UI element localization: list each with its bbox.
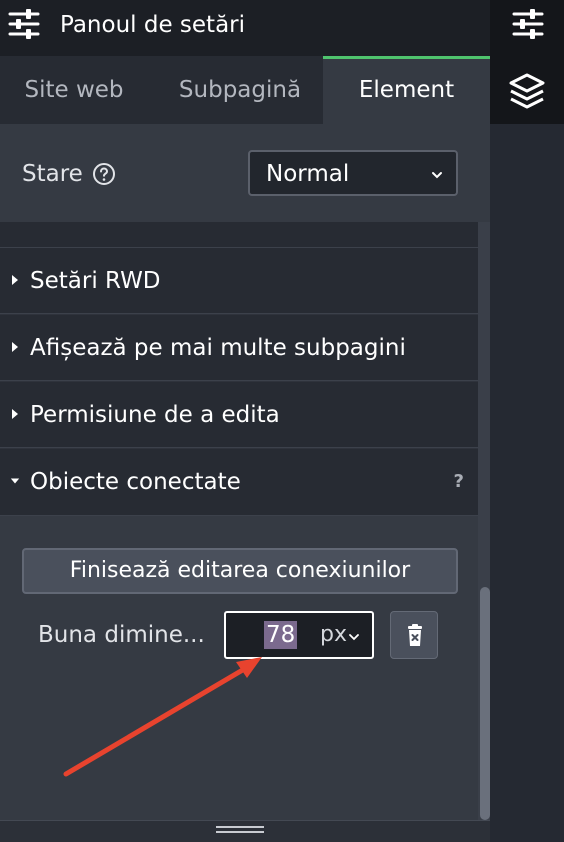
right-toolbar-top (490, 0, 564, 124)
accordion-item-connected-objects[interactable]: Obiecte conectate ? (0, 449, 478, 516)
unit-select[interactable]: px (320, 621, 347, 649)
help-question-icon[interactable]: ? (454, 471, 464, 492)
caret-right-icon (12, 275, 18, 285)
connected-objects-body: Finisează editarea conexiunilor Buna dim… (0, 516, 478, 820)
tab-subpage[interactable]: Subpagină (160, 56, 320, 124)
accordion-label: Permisiune de a edita (30, 402, 280, 428)
size-value[interactable]: 78 (264, 621, 298, 649)
accordion-label: Setări RWD (30, 268, 161, 294)
right-toolbar (490, 0, 564, 842)
accordion-item-multi-subpages[interactable]: Afișează pe mai multe subpagini (0, 315, 478, 381)
state-select-value: Normal (266, 161, 350, 187)
sliders-icon[interactable] (8, 8, 40, 40)
tab-element[interactable]: Element (323, 56, 490, 124)
accordion-item-rwd[interactable]: Setări RWD (0, 248, 478, 314)
chevron-down-icon[interactable] (348, 631, 360, 643)
state-row: Stare Normal (0, 124, 490, 222)
caret-down-icon (10, 478, 20, 484)
resize-handle-icon[interactable] (216, 825, 264, 833)
scrollbar-thumb[interactable] (480, 587, 490, 820)
panel-scrollbar[interactable] (478, 222, 490, 820)
accordion-label: Afișează pe mai multe subpagini (30, 335, 406, 361)
caret-right-icon (12, 342, 18, 352)
panel-bottom-bar (0, 820, 490, 842)
tab-bar: Site web Subpagină Element (0, 56, 490, 124)
state-label: Stare (22, 161, 83, 187)
sliders-icon[interactable] (512, 8, 544, 40)
state-select[interactable]: Normal (248, 150, 458, 196)
panel-title: Panoul de setări (60, 12, 246, 38)
connected-item-label: Buna dimine... (38, 622, 205, 648)
layers-icon[interactable] (508, 72, 546, 110)
chevron-down-icon (432, 172, 442, 179)
trash-icon (408, 624, 422, 646)
accordion-item-edit-permission[interactable]: Permisiune de a edita (0, 382, 478, 448)
accordion-item-hidden (0, 222, 478, 248)
settings-panel: Panoul de setări Site web Subpagină Elem… (0, 0, 490, 842)
finish-editing-connections-button[interactable]: Finisează editarea conexiunilor (22, 548, 458, 594)
caret-right-icon (12, 409, 18, 419)
question-circle-icon[interactable] (92, 162, 116, 186)
app-root: Panoul de setări Site web Subpagină Elem… (0, 0, 564, 842)
accordion-label: Obiecte conectate (30, 469, 241, 495)
tab-site-web[interactable]: Site web (0, 56, 148, 124)
size-value-input[interactable]: 78 px (224, 611, 374, 659)
panel-header: Panoul de setări (0, 0, 490, 56)
delete-connection-button[interactable] (390, 611, 438, 659)
